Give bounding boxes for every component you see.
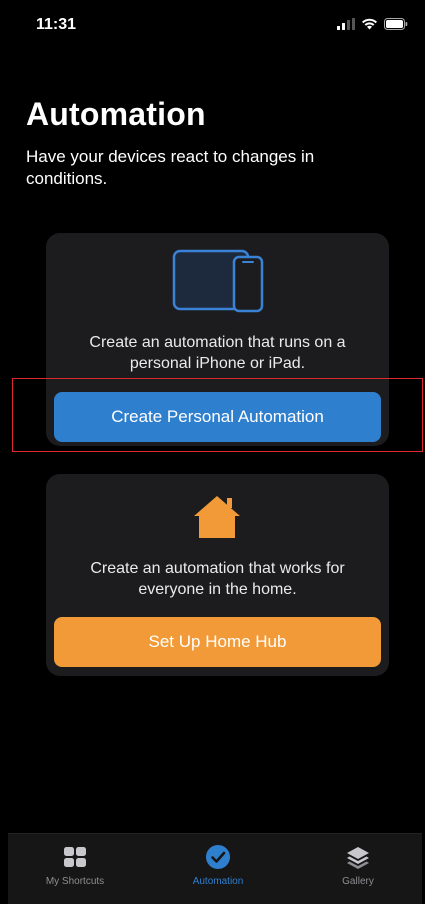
wifi-icon bbox=[362, 18, 377, 30]
set-up-home-hub-button[interactable]: Set Up Home Hub bbox=[54, 617, 381, 667]
clock-check-icon bbox=[206, 845, 230, 869]
signal-icon bbox=[337, 18, 355, 30]
status-icons bbox=[337, 18, 408, 30]
home-automation-description: Create an automation that works for ever… bbox=[90, 560, 345, 598]
tab-my-shortcuts[interactable]: My Shortcuts bbox=[15, 844, 135, 887]
tab-label: Automation bbox=[192, 876, 244, 887]
tab-bar: My Shortcuts Automation Gallery bbox=[8, 833, 422, 904]
iphone-ipad-icon bbox=[172, 249, 264, 313]
home-automation-card: Create an automation that works for ever… bbox=[46, 474, 389, 676]
house-icon bbox=[194, 496, 240, 538]
status-time: 11:31 bbox=[36, 16, 77, 33]
battery-icon bbox=[384, 18, 408, 30]
grid-icon bbox=[64, 847, 86, 867]
app-screen bbox=[8, 0, 422, 903]
page-title: Automation bbox=[26, 96, 206, 132]
personal-automation-description: Create an automation that runs on a pers… bbox=[89, 334, 346, 372]
page-subtitle: Have your devices react to changes in co… bbox=[26, 147, 315, 188]
tab-label: My Shortcuts bbox=[45, 876, 105, 887]
layers-icon bbox=[347, 847, 369, 869]
create-personal-automation-button[interactable]: Create Personal Automation bbox=[54, 392, 381, 442]
status-bar: 11:31 bbox=[8, 0, 422, 50]
tab-label: Gallery bbox=[342, 876, 374, 887]
tab-gallery[interactable]: Gallery bbox=[298, 844, 418, 887]
personal-automation-card: Create an automation that runs on a pers… bbox=[46, 233, 389, 446]
tab-automation[interactable]: Automation bbox=[158, 844, 278, 887]
